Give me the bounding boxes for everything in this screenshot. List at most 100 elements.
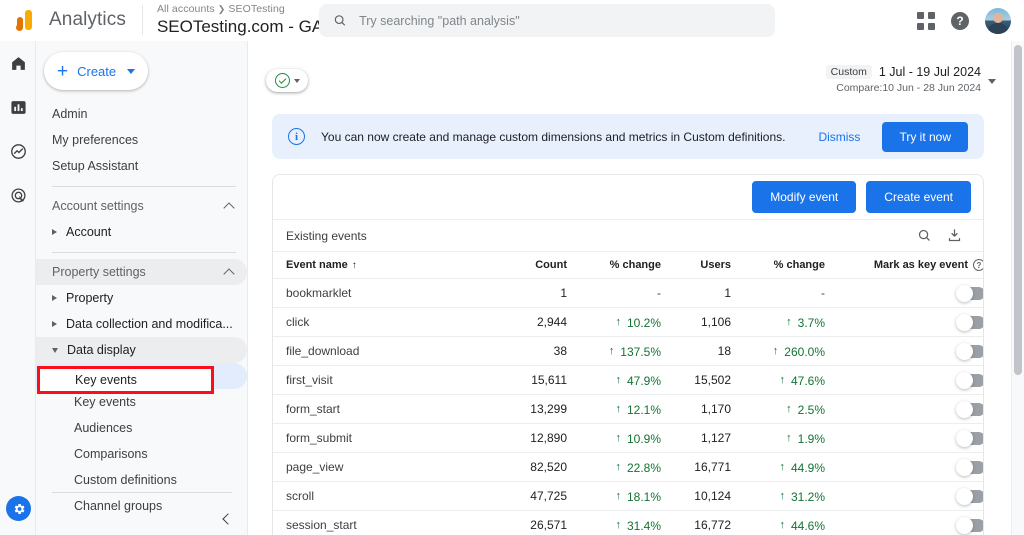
cell-event-name[interactable]: form_start bbox=[273, 394, 505, 425]
home-icon[interactable] bbox=[0, 41, 36, 85]
create-event-button[interactable]: Create event bbox=[866, 181, 971, 213]
column-header-event-name[interactable]: Event name ↑ bbox=[273, 250, 505, 280]
arrow-up-icon: ↑ bbox=[786, 316, 792, 329]
cell-event-name[interactable]: bookmarklet bbox=[273, 278, 505, 309]
column-header-count-change[interactable]: % change bbox=[567, 250, 671, 280]
table-row[interactable]: file_download 38 ↑ 137.5% 18 ↑ 260.0% bbox=[273, 336, 983, 367]
advertising-icon[interactable] bbox=[0, 173, 36, 217]
create-button[interactable]: + Create bbox=[44, 52, 148, 90]
cell-count-change: ↑ 10.2% bbox=[567, 307, 671, 338]
column-header-users-change[interactable]: % change bbox=[731, 250, 835, 280]
cell-count: 26,571 bbox=[505, 510, 567, 535]
cell-event-name[interactable]: page_view bbox=[273, 452, 505, 483]
sidebar-item-custom-definitions[interactable]: Custom definitions bbox=[36, 467, 247, 493]
cell-event-name[interactable]: first_visit bbox=[273, 365, 505, 396]
divider bbox=[52, 186, 236, 187]
global-search[interactable] bbox=[319, 4, 775, 37]
cell-event-name[interactable]: file_download bbox=[273, 336, 505, 367]
nav-item-data-collection[interactable]: Data collection and modifica... bbox=[36, 311, 247, 337]
key-event-toggle[interactable] bbox=[956, 430, 983, 448]
cell-event-name[interactable]: session_start bbox=[273, 510, 505, 535]
scrollbar-thumb[interactable] bbox=[1014, 45, 1022, 375]
cell-event-name[interactable]: click bbox=[273, 307, 505, 338]
cell-users: 1,170 bbox=[671, 394, 731, 425]
table-row[interactable]: bookmarklet 1-1- bbox=[273, 278, 983, 309]
cell-event-name[interactable]: scroll bbox=[273, 481, 505, 512]
avatar[interactable] bbox=[985, 7, 1011, 34]
property-name[interactable]: SEOTesting.com - GA4 bbox=[157, 16, 346, 37]
download-icon[interactable] bbox=[943, 225, 965, 247]
key-event-toggle[interactable] bbox=[956, 517, 983, 535]
key-event-toggle[interactable] bbox=[956, 285, 983, 303]
cell-count-change: ↑ 47.9% bbox=[567, 365, 671, 396]
icon-rail bbox=[0, 41, 36, 535]
cell-count: 12,890 bbox=[505, 423, 567, 454]
table-row[interactable]: form_start 13,299 ↑ 12.1% 1,170 ↑ 2.5% bbox=[273, 394, 983, 425]
nav-item-data-display[interactable]: Data display bbox=[36, 337, 247, 363]
help-icon[interactable]: ? bbox=[973, 259, 983, 272]
card-action-bar: Modify event Create event bbox=[273, 175, 983, 219]
page-scrollbar[interactable] bbox=[1011, 41, 1024, 535]
bar-chart-icon[interactable] bbox=[0, 85, 36, 129]
date-range-primary: Custom 1 Jul - 19 Jul 2024 bbox=[825, 65, 981, 79]
key-event-toggle[interactable] bbox=[956, 401, 983, 419]
column-header-mark-as-key-event: Mark as key event? bbox=[835, 250, 983, 280]
explore-icon[interactable] bbox=[0, 129, 36, 173]
change-value: ↑ 44.9% bbox=[779, 461, 825, 475]
nav-item-property[interactable]: Property bbox=[36, 285, 247, 311]
modify-event-button[interactable]: Modify event bbox=[752, 181, 857, 213]
account-selector[interactable]: All accounts ❯ SEOTesting SEOTesting.com -… bbox=[157, 3, 346, 37]
nav-section-property-settings[interactable]: Property settings bbox=[36, 259, 247, 285]
sidebar-item-comparisons[interactable]: Comparisons bbox=[36, 441, 247, 467]
apps-grid-icon[interactable] bbox=[917, 11, 935, 30]
try-it-now-button[interactable]: Try it now bbox=[882, 121, 968, 152]
table-row[interactable]: scroll 47,725 ↑ 18.1% 10,124 ↑ 31.2% bbox=[273, 481, 983, 512]
search-icon[interactable] bbox=[913, 225, 935, 247]
change-label: 3.7% bbox=[797, 315, 825, 330]
key-event-toggle[interactable] bbox=[956, 372, 983, 390]
table-row[interactable]: click 2,944 ↑ 10.2% 1,106 ↑ 3.7% bbox=[273, 307, 983, 338]
table-row[interactable]: session_start 26,571 ↑ 31.4% 16,772 ↑ 44.6% bbox=[273, 510, 983, 535]
events-card: Modify event Create event Existing event… bbox=[272, 174, 984, 535]
cell-event-name[interactable]: form_submit bbox=[273, 423, 505, 454]
nav-section-account-settings[interactable]: Account settings bbox=[36, 193, 247, 219]
nav-item-admin[interactable]: Admin bbox=[36, 101, 247, 127]
nav-item-setup-assistant[interactable]: Setup Assistant bbox=[36, 153, 247, 179]
arrow-up-icon: ↑ bbox=[615, 519, 621, 532]
table-row[interactable]: page_view 82,520 ↑ 22.8% 16,771 ↑ 44.9% bbox=[273, 452, 983, 483]
column-header-count[interactable]: Count bbox=[505, 250, 567, 280]
change-label: 1.9% bbox=[797, 431, 825, 446]
table-row[interactable]: form_submit 12,890 ↑ 10.9% 1,127 ↑ 1.9% bbox=[273, 423, 983, 454]
key-event-toggle[interactable] bbox=[956, 488, 983, 506]
top-bar: Analytics All accounts ❯ SEOTesting SEOTes… bbox=[0, 0, 1024, 41]
toggle-knob bbox=[956, 285, 973, 303]
cell-count: 15,611 bbox=[505, 365, 567, 396]
nav-section-label: Property settings bbox=[52, 265, 146, 279]
column-header-users[interactable]: Users bbox=[671, 250, 731, 280]
change-value: ↑ 260.0% bbox=[773, 345, 825, 359]
change-value: ↑ 31.4% bbox=[615, 519, 661, 533]
cell-users-change: ↑ 31.2% bbox=[731, 481, 835, 512]
search-input[interactable] bbox=[359, 13, 761, 28]
nav-item-my-preferences[interactable]: My preferences bbox=[36, 127, 247, 153]
nav-item-account[interactable]: Account bbox=[36, 219, 247, 245]
key-event-toggle[interactable] bbox=[956, 343, 983, 361]
change-label: 2.5% bbox=[797, 402, 825, 417]
sidebar-item-events[interactable]: Events bbox=[36, 363, 247, 389]
key-event-toggle[interactable] bbox=[956, 459, 983, 477]
sidebar-item-audiences[interactable]: Audiences bbox=[36, 415, 247, 441]
help-icon[interactable]: ? bbox=[951, 11, 969, 30]
table-row[interactable]: first_visit 15,611 ↑ 47.9% 15,502 ↑ 47.6% bbox=[273, 365, 983, 396]
date-range-picker[interactable]: Custom 1 Jul - 19 Jul 2024 Compare:10 Ju… bbox=[825, 65, 996, 94]
chevron-left-icon bbox=[222, 513, 234, 525]
status-badge[interactable] bbox=[266, 69, 308, 92]
dismiss-button[interactable]: Dismiss bbox=[818, 130, 860, 144]
cell-count-change: ↑ 18.1% bbox=[567, 481, 671, 512]
key-event-toggle[interactable] bbox=[956, 314, 983, 332]
sidebar-item-key-events[interactable]: Key events bbox=[36, 389, 247, 415]
nav-item-label: Data display bbox=[67, 343, 136, 357]
collapse-nav-button[interactable] bbox=[36, 513, 247, 525]
change-value: - bbox=[821, 286, 825, 300]
change-value: ↑ 18.1% bbox=[615, 490, 661, 504]
gear-icon[interactable] bbox=[6, 496, 31, 521]
